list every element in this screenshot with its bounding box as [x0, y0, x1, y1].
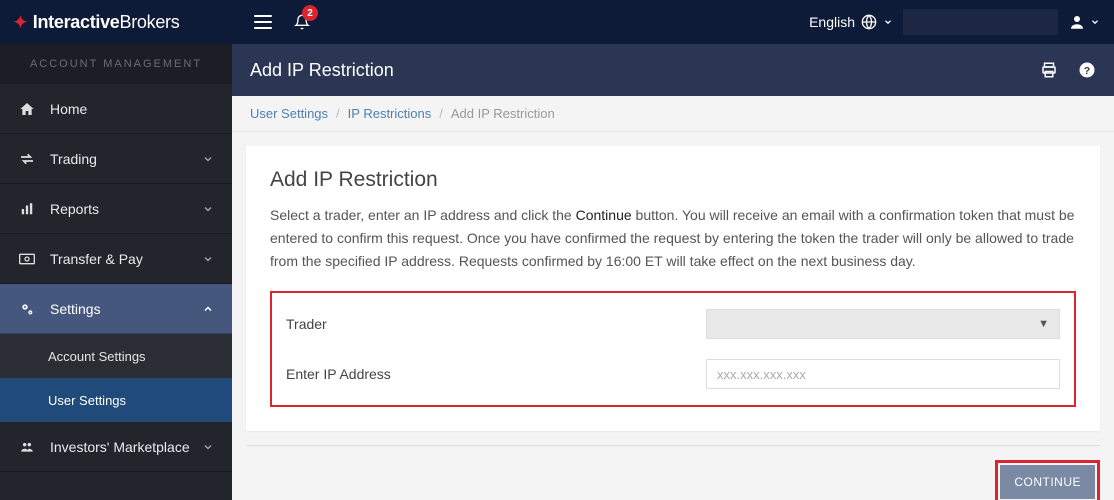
sidebar-subitem-label: Account Settings	[48, 349, 146, 364]
breadcrumb-separator: /	[439, 106, 443, 121]
dropdown-arrow-icon: ▼	[1038, 318, 1049, 330]
page-header: Add IP Restriction ?	[232, 44, 1114, 96]
form-card: Add IP Restriction Select a trader, ente…	[246, 146, 1100, 431]
card-description: Select a trader, enter an IP address and…	[270, 204, 1076, 273]
chevron-down-icon	[202, 203, 214, 215]
user-icon	[1068, 13, 1086, 31]
chevron-down-icon	[883, 17, 893, 27]
continue-highlight: CONTINUE	[995, 460, 1100, 500]
sidebar-item-label: Reports	[50, 201, 202, 217]
help-button[interactable]: ?	[1078, 61, 1096, 79]
card-heading: Add IP Restriction	[270, 168, 1076, 192]
breadcrumb-link[interactable]: IP Restrictions	[348, 106, 432, 121]
account-info[interactable]	[903, 9, 1058, 35]
sidebar-item-home[interactable]: Home	[0, 84, 232, 134]
sidebar-item-settings[interactable]: Settings	[0, 284, 232, 334]
chevron-down-icon	[1090, 17, 1100, 27]
user-menu[interactable]	[1068, 13, 1100, 31]
exchange-icon	[18, 151, 36, 167]
bar-chart-icon	[18, 202, 36, 216]
sidebar-item-label: Investors' Marketplace	[50, 439, 202, 455]
chevron-down-icon	[202, 253, 214, 265]
sidebar-item-label: Transfer & Pay	[50, 251, 202, 267]
language-selector[interactable]: English	[809, 14, 893, 30]
cash-icon	[18, 253, 36, 265]
brand-logo[interactable]: ✦ InteractiveBrokers	[0, 0, 232, 44]
chevron-down-icon	[202, 441, 214, 453]
notifications-button[interactable]: 2	[294, 13, 310, 31]
sidebar-header: ACCOUNT MANAGEMENT	[0, 44, 232, 84]
sidebar-subitem-label: User Settings	[48, 393, 126, 408]
chevron-down-icon	[202, 153, 214, 165]
sidebar: ACCOUNT MANAGEMENT Home Trading Reports …	[0, 44, 232, 500]
breadcrumb-current: Add IP Restriction	[451, 106, 555, 121]
print-button[interactable]	[1040, 61, 1058, 79]
continue-button[interactable]: CONTINUE	[1000, 465, 1095, 499]
ip-address-label: Enter IP Address	[286, 366, 706, 382]
sidebar-subitem-account-settings[interactable]: Account Settings	[0, 334, 232, 378]
breadcrumb: User Settings / IP Restrictions / Add IP…	[232, 96, 1114, 132]
sidebar-subitem-user-settings[interactable]: User Settings	[0, 378, 232, 422]
page-title: Add IP Restriction	[250, 60, 394, 81]
gears-icon	[18, 301, 36, 317]
svg-text:?: ?	[1084, 65, 1090, 77]
ip-address-input[interactable]	[706, 359, 1060, 389]
globe-icon	[861, 14, 877, 30]
breadcrumb-separator: /	[336, 106, 340, 121]
sidebar-item-label: Home	[50, 101, 214, 117]
home-icon	[18, 101, 36, 117]
logo-mark-icon: ✦	[12, 10, 29, 35]
trader-select[interactable]: ▼	[706, 309, 1060, 339]
menu-toggle-icon[interactable]	[254, 15, 272, 29]
people-icon	[18, 440, 36, 454]
logo-text: InteractiveBrokers	[33, 12, 180, 33]
notification-badge: 2	[302, 5, 318, 21]
sidebar-item-reports[interactable]: Reports	[0, 184, 232, 234]
sidebar-item-trading[interactable]: Trading	[0, 134, 232, 184]
sidebar-item-label: Trading	[50, 151, 202, 167]
chevron-up-icon	[202, 303, 214, 315]
sidebar-item-label: Settings	[50, 301, 202, 317]
breadcrumb-link[interactable]: User Settings	[250, 106, 328, 121]
language-label: English	[809, 14, 855, 30]
trader-label: Trader	[286, 316, 706, 332]
sidebar-item-marketplace[interactable]: Investors' Marketplace	[0, 422, 232, 472]
form-box: Trader ▼ Enter IP Address	[270, 291, 1076, 407]
sidebar-item-transfer[interactable]: Transfer & Pay	[0, 234, 232, 284]
footer-actions: CONTINUE	[246, 445, 1100, 500]
